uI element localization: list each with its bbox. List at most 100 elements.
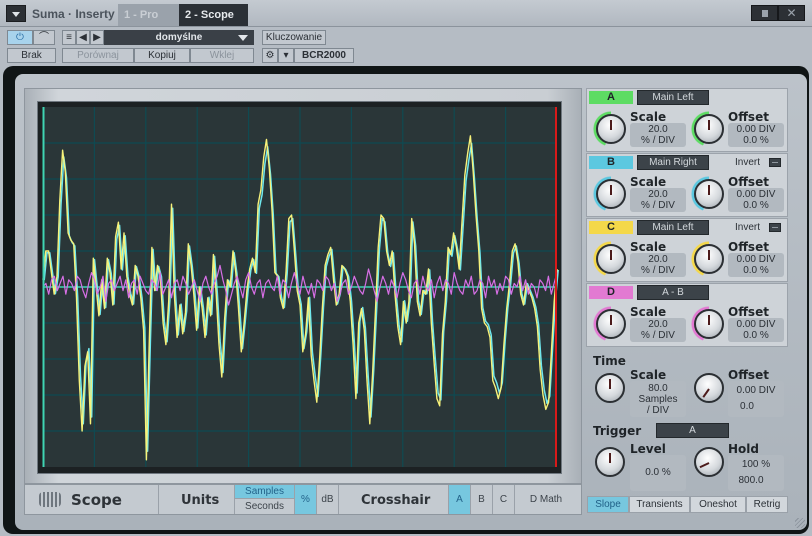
presonus-logo-icon [39, 492, 61, 507]
channel-d-scale-label: Scale [630, 305, 667, 319]
units-cell: Units [159, 485, 235, 514]
channel-c-source-selector[interactable]: Main Left [637, 220, 709, 235]
crosshair-cell: Crosshair [339, 485, 449, 514]
controller-dropdown[interactable]: ▾ [278, 48, 294, 63]
channel-c-offset-value-box: 0.00 DIV 0.0 % [728, 253, 784, 277]
channel-b-offset-pct: 0.0 % [743, 200, 769, 211]
channel-a-offset-value-box: 0.00 DIV 0.0 % [728, 123, 784, 147]
preset-selector[interactable]: domyślne [104, 30, 254, 45]
brand-cell: Scope [25, 485, 159, 514]
power-button[interactable]: ⏻ [7, 30, 33, 45]
channel-b-offset-label: Offset [728, 175, 769, 189]
units-samples-button[interactable]: Samples [235, 485, 295, 499]
controller-label: BCR2000 [294, 48, 354, 63]
trigger-mode-oneshot[interactable]: Oneshot [690, 496, 746, 513]
channel-d-scale-unit: % / DIV [641, 330, 675, 341]
trigger-level-label: Level [630, 442, 666, 456]
none-button[interactable]: Brak [7, 48, 56, 63]
channel-d-offset-label: Offset [728, 305, 769, 319]
preset-list-button[interactable]: ≡ [62, 30, 76, 45]
arrow-right-icon: ▶ [93, 32, 101, 43]
channel-a-offset-label: Offset [728, 110, 769, 124]
crosshair-a-button[interactable]: A [449, 485, 471, 514]
channel-a-scale-label: Scale [630, 110, 667, 124]
channel-c-scale-knob[interactable] [596, 244, 626, 274]
channel-d-source-selector[interactable]: A - B [637, 285, 709, 300]
preset-next-button[interactable]: ▶ [90, 30, 104, 45]
channel-d-scale-knob[interactable] [596, 309, 626, 339]
db-button[interactable]: dB [317, 485, 339, 514]
scope-display[interactable] [37, 101, 562, 474]
channel-a-offset-div: 0.00 DIV [736, 124, 776, 135]
resize-handle[interactable] [795, 518, 805, 528]
channel-c-invert-toggle[interactable] [769, 223, 781, 232]
channel-a-scale-knob[interactable] [596, 114, 626, 144]
list-icon: ≡ [66, 32, 72, 43]
trigger-mode-retrig[interactable]: Retrig [746, 496, 788, 513]
channel-c-offset-div: 0.00 DIV [736, 254, 776, 265]
time-offset-div: 0.00 DIV [736, 385, 776, 396]
channel-a-scale-value: 20.0 [648, 124, 668, 135]
channel-a-source-selector[interactable]: Main Left [637, 90, 709, 105]
time-scale-value: 80.0 [648, 383, 668, 394]
crosshair-d-math-button[interactable]: D Math [515, 485, 577, 514]
channel-d-offset-div: 0.00 DIV [736, 319, 776, 330]
preset-prev-button[interactable]: ◀ [76, 30, 90, 45]
trigger-mode-transients[interactable]: Transients [629, 496, 690, 513]
gear-icon: ⚙ [265, 50, 275, 61]
time-title: Time [593, 354, 626, 368]
paste-button[interactable]: Wklej [190, 48, 254, 63]
channel-a-tag[interactable]: A [589, 91, 633, 104]
channel-b-invert-toggle[interactable] [769, 158, 781, 167]
channel-a-scale-unit: % / DIV [641, 135, 675, 146]
channel-a-offset-knob[interactable] [694, 114, 724, 144]
channel-b-offset-knob[interactable] [694, 179, 724, 209]
channel-d-scale-value-box: 20.0 % / DIV [630, 318, 686, 342]
channel-c-offset-pct: 0.0 % [743, 265, 769, 276]
channel-c-panel: C Main Left Invert Scale 20.0 % / DIV Off… [586, 218, 788, 282]
channel-c-tag[interactable]: C [589, 221, 633, 234]
tab-scope-2[interactable]: 2 - Scope 2 [179, 4, 248, 43]
compare-button[interactable]: Porównaj [62, 48, 134, 63]
pin-icon [761, 10, 768, 17]
tab-pro-eq[interactable]: 1 - Pro EQ [118, 4, 179, 43]
percent-button[interactable]: % [295, 485, 317, 514]
time-offset-knob[interactable] [694, 373, 724, 403]
power-icon: ⏻ [16, 32, 24, 43]
channel-b-tag[interactable]: B [589, 156, 633, 169]
pin-button[interactable] [751, 5, 778, 21]
title-bar: Suma · Inserty 1 - Pro EQ 2 - Scope 2 ✕ [0, 0, 812, 43]
trigger-hold-label: Hold [728, 442, 759, 456]
trigger-source-selector[interactable]: A [656, 423, 729, 438]
channel-d-scale-value: 20.0 [648, 319, 668, 330]
trigger-level-knob[interactable] [595, 447, 625, 477]
trigger-hold-value: 800.0 [738, 475, 764, 486]
channel-d-offset-knob[interactable] [694, 309, 724, 339]
channel-b-offset-div: 0.00 DIV [736, 189, 776, 200]
window-menu-button[interactable] [6, 5, 26, 22]
scope-graph [38, 102, 561, 473]
arrow-left-icon: ◀ [79, 32, 87, 43]
time-scale-label: Scale [630, 368, 667, 382]
copy-button[interactable]: Kopiuj [134, 48, 190, 63]
channel-c-scale-unit: % / DIV [641, 265, 675, 276]
channel-c-invert-label: Invert [735, 222, 761, 233]
settings-button[interactable]: ⚙ [262, 48, 278, 63]
channel-d-offset-pct: 0.0 % [743, 330, 769, 341]
close-icon: ✕ [786, 6, 797, 20]
close-button[interactable]: ✕ [778, 5, 805, 21]
trigger-hold-knob[interactable] [694, 447, 724, 477]
crosshair-b-button[interactable]: B [471, 485, 493, 514]
channel-c-offset-knob[interactable] [694, 244, 724, 274]
units-seconds-button[interactable]: Seconds [235, 499, 295, 514]
time-scale-knob[interactable] [595, 373, 625, 403]
keying-button[interactable]: Kluczowanie [262, 30, 326, 45]
channel-c-offset-label: Offset [728, 240, 769, 254]
channel-b-scale-value: 20.0 [648, 189, 668, 200]
trigger-mode-slope[interactable]: Slope [587, 496, 629, 513]
channel-b-scale-knob[interactable] [596, 179, 626, 209]
channel-b-source-selector[interactable]: Main Right [637, 155, 709, 170]
automation-button[interactable]: ⌒ [33, 30, 55, 45]
channel-d-tag[interactable]: D [589, 286, 633, 299]
crosshair-c-button[interactable]: C [493, 485, 515, 514]
